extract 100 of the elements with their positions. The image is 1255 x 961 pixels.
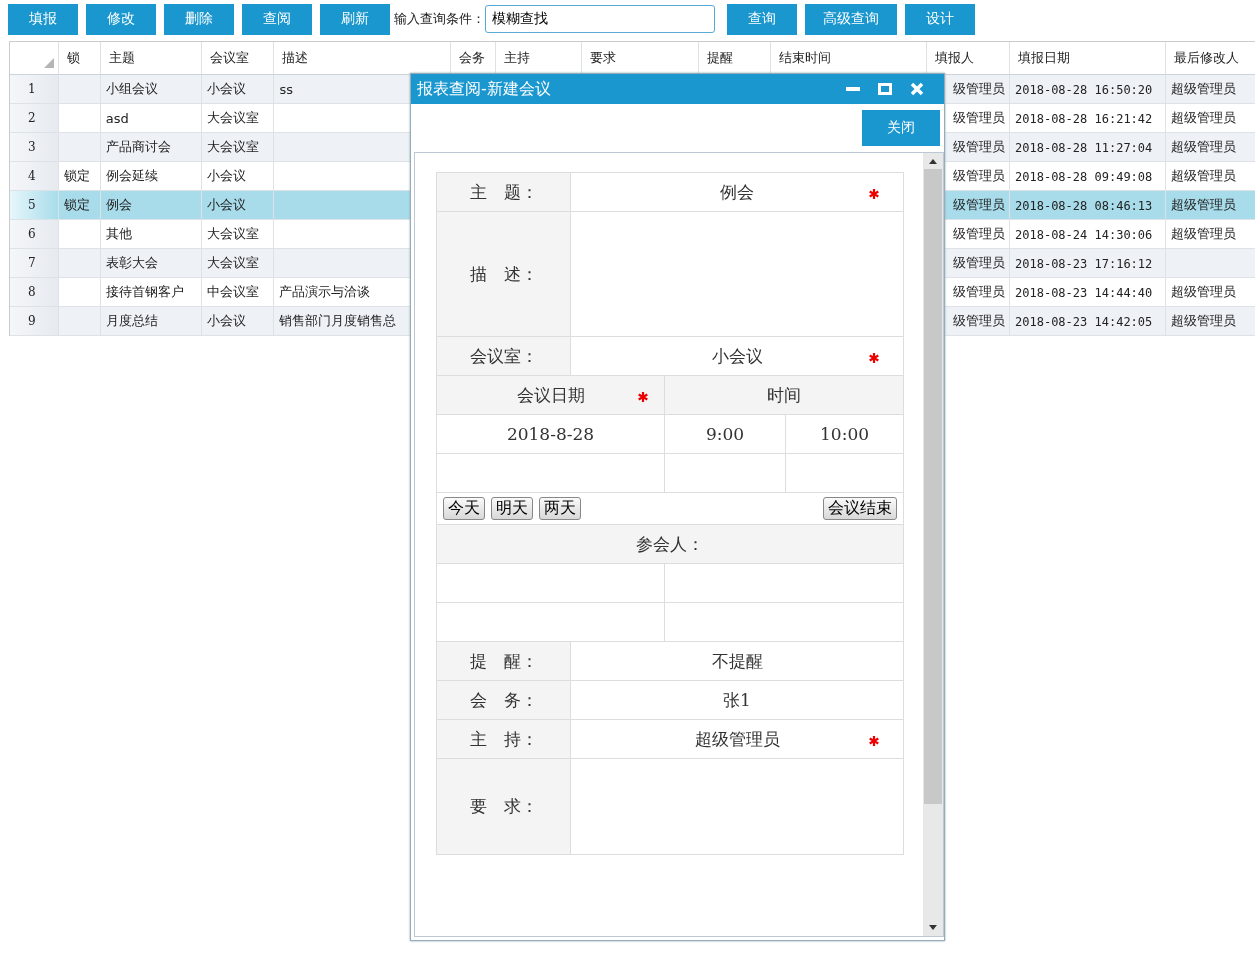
table-cell: 级管理员 — [953, 110, 1005, 125]
table-cell: 例会 — [105, 197, 132, 212]
field-label: 会议日期 — [516, 384, 585, 405]
table-cell: 接待首钢客户 — [105, 284, 184, 299]
table-cell: 2018-08-28 11:27:04 — [1015, 140, 1153, 155]
field-label: 时间 — [767, 384, 801, 405]
table-cell: 小组会议 — [105, 81, 158, 96]
maximize-icon[interactable] — [878, 83, 892, 95]
table-cell: 例会延续 — [105, 168, 158, 183]
column-header[interactable]: 要求 — [581, 42, 699, 75]
column-header[interactable]: 最后修改人 — [1165, 42, 1255, 75]
row-number: 8 — [10, 277, 59, 307]
table-cell: 级管理员 — [953, 226, 1005, 241]
row-number: 1 — [10, 74, 59, 104]
column-header[interactable]: 填报日期 — [1009, 42, 1166, 75]
table-cell: 小会议 — [207, 313, 247, 328]
table-cell: asd — [105, 110, 129, 126]
table-cell: 锁定 — [63, 197, 90, 212]
table-cell: 超级管理员 — [1170, 110, 1236, 125]
table-cell: 超级管理员 — [1170, 139, 1236, 154]
table-cell: 大会议室 — [207, 226, 260, 241]
table-cell: 超级管理员 — [1170, 81, 1236, 96]
row-number: 3 — [10, 132, 59, 162]
scroll-up-icon[interactable] — [929, 159, 937, 164]
row-number: 6 — [10, 219, 59, 249]
date-value: 2018-8-28 — [506, 424, 595, 444]
search-field[interactable]: 模糊查找 — [485, 5, 715, 33]
end-meeting-button[interactable]: 会议结束 — [823, 497, 898, 520]
table-cell: 小会议 — [207, 81, 247, 96]
row-number: 4 — [10, 161, 59, 191]
table-cell: 2018-08-28 08:46:13 — [1015, 198, 1153, 213]
field-label: 会议室： — [469, 345, 538, 366]
table-cell: 级管理员 — [953, 81, 1005, 96]
table-cell: 2018-08-28 16:21:42 — [1015, 111, 1153, 126]
table-cell: 其他 — [105, 226, 132, 241]
row-number: 2 — [10, 103, 59, 133]
table-cell: 大会议室 — [207, 110, 260, 125]
table-cell: 小会议 — [207, 197, 247, 212]
field-label: 主 题： — [469, 181, 538, 202]
scrollbar[interactable] — [923, 153, 943, 936]
table-cell: 2018-08-23 17:16:12 — [1015, 256, 1153, 271]
query-label: 输入查询条件： — [394, 10, 485, 28]
table-cell: 2018-08-23 14:42:05 — [1015, 314, 1153, 329]
table-cell: 2018-08-23 14:44:40 — [1015, 285, 1153, 300]
column-header[interactable]: 提醒 — [698, 42, 771, 75]
time-value: 9:00 — [705, 424, 745, 444]
table-cell: ss — [279, 81, 293, 97]
date-shortcut-button[interactable]: 今天 — [443, 497, 485, 520]
field-label: 主 持： — [469, 728, 538, 749]
dialog-title: 报表查阅-新建会议 — [417, 78, 552, 100]
row-number: 5 — [10, 190, 59, 220]
table-cell: 表彰大会 — [105, 255, 158, 270]
date-shortcut-button[interactable]: 两天 — [539, 497, 581, 520]
field-label: 描 述： — [469, 263, 538, 284]
field-value: 小会议 — [711, 345, 763, 366]
column-header[interactable]: 会务 — [450, 42, 496, 75]
column-header[interactable]: 会议室 — [201, 42, 274, 75]
field-label: 会 务： — [469, 689, 538, 710]
scrollbar-thumb[interactable] — [924, 169, 942, 804]
corner-triangle-icon — [43, 58, 54, 68]
table-cell: 锁定 — [63, 168, 90, 183]
table-cell: 级管理员 — [953, 284, 1005, 299]
column-header[interactable]: 结束时间 — [770, 42, 927, 75]
table-cell: 级管理员 — [953, 168, 1005, 183]
field-value: 张1 — [723, 689, 751, 710]
section-label: 参会人： — [636, 533, 704, 554]
table-cell: 月度总结 — [105, 313, 158, 328]
table-cell: 超级管理员 — [1170, 226, 1236, 241]
close-icon[interactable] — [910, 82, 924, 96]
column-header[interactable]: 主题 — [100, 42, 202, 75]
column-header[interactable]: 锁 — [58, 42, 101, 75]
table-cell: 产品商讨会 — [105, 139, 171, 154]
row-number: 7 — [10, 248, 59, 278]
table-cell: 小会议 — [207, 168, 247, 183]
table-cell: 超级管理员 — [1170, 284, 1236, 299]
table-cell: 超级管理员 — [1170, 313, 1236, 328]
date-shortcut-button[interactable]: 明天 — [491, 497, 533, 520]
table-cell: 大会议室 — [207, 255, 260, 270]
column-header[interactable]: 填报人 — [926, 42, 1010, 75]
table-cell: 大会议室 — [207, 139, 260, 154]
field-label: 提 醒： — [469, 650, 538, 671]
minimize-icon[interactable] — [846, 86, 860, 92]
table-cell: 级管理员 — [953, 313, 1005, 328]
column-header[interactable]: 描述 — [273, 42, 451, 75]
table-cell: 2018-08-28 16:50:20 — [1015, 82, 1153, 97]
field-label: 要 求： — [469, 796, 538, 816]
row-number: 9 — [10, 306, 59, 336]
table-cell: 级管理员 — [953, 255, 1005, 270]
field-value: 不提醒 — [711, 650, 763, 671]
table-cell: 2018-08-24 14:30:06 — [1015, 227, 1153, 242]
table-cell: 超级管理员 — [1170, 168, 1236, 183]
table-cell: 2018-08-28 09:49:08 — [1015, 169, 1153, 184]
field-value: 例会 — [720, 181, 754, 202]
column-header[interactable]: 主持 — [495, 42, 581, 75]
scroll-down-icon[interactable] — [929, 925, 937, 930]
table-cell: 超级管理员 — [1170, 197, 1236, 212]
table-cell: 中会议室 — [207, 284, 260, 299]
time-value: 10:00 — [820, 424, 869, 444]
field-value: 超级管理员 — [694, 728, 780, 749]
table-cell: 销售部门月度销售总 — [279, 313, 397, 328]
